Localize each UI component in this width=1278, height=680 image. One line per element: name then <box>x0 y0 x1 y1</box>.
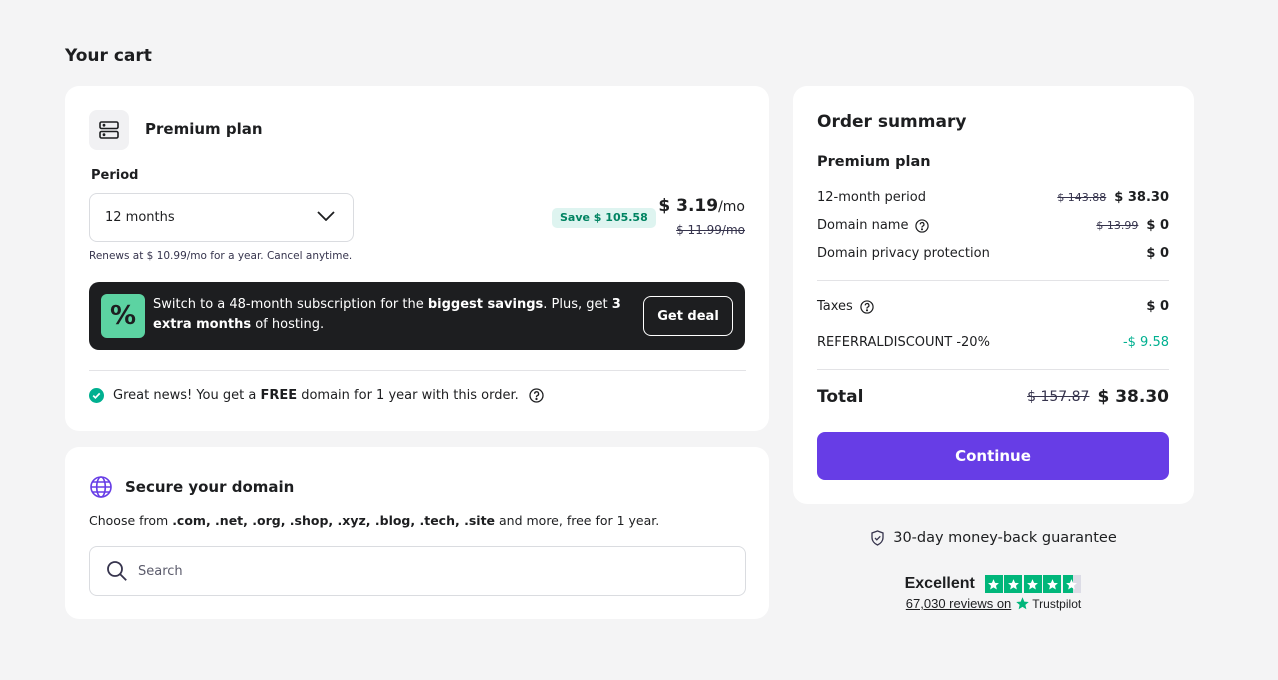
trustpilot-rating-word: Excellent <box>904 575 975 592</box>
trustpilot-reviews-link[interactable]: 67,030 reviews on <box>906 596 1012 611</box>
deal-text: Switch to a 48-month subscription for th… <box>153 297 621 332</box>
divider <box>817 369 1169 370</box>
star-icon <box>984 575 1003 593</box>
star-icon <box>1023 575 1042 593</box>
trustpilot-stars <box>984 575 1083 593</box>
get-deal-button[interactable]: Get deal <box>643 296 733 336</box>
period-label: Period <box>91 168 139 183</box>
summary-row-discount: REFERRALDISCOUNT -20% -$ 9.58 <box>817 335 1169 350</box>
save-badge: Save $ 105.58 <box>552 208 656 228</box>
domain-search-box[interactable] <box>89 546 746 596</box>
half-star-icon <box>1062 575 1081 593</box>
percent-icon: % <box>101 294 145 338</box>
price-unit: /mo <box>718 199 745 215</box>
money-back-guarantee: 30-day money-back guarantee <box>793 530 1194 546</box>
globe-icon <box>89 475 113 503</box>
star-icon <box>1043 575 1062 593</box>
price: $ 3.19/mo <box>658 196 745 216</box>
chevron-down-icon <box>317 210 335 225</box>
summary-row-taxes: Taxes $ 0 <box>817 299 1169 314</box>
total-value: $ 38.30 <box>1097 387 1169 407</box>
help-icon[interactable] <box>860 299 874 314</box>
trustpilot-logo: Trustpilot <box>1015 596 1081 611</box>
renew-note: Renews at $ 10.99/mo for a year. Cancel … <box>89 250 353 262</box>
price-value: $ 3.19 <box>658 196 719 216</box>
summary-row-domain: Domain name $ 13.99 $ 0 <box>817 218 1169 233</box>
free-domain-note: Great news! You get a FREE domain for 1 … <box>89 388 544 403</box>
guarantee-text: 30-day money-back guarantee <box>893 530 1117 546</box>
shield-check-icon <box>870 530 885 546</box>
plan-name: Premium plan <box>145 120 263 138</box>
domain-description: Choose from .com, .net, .org, .shop, .xy… <box>89 513 660 528</box>
summary-row-privacy: Domain privacy protection $ 0 <box>817 246 1169 261</box>
server-icon <box>89 110 129 150</box>
summary-row-period: 12-month period $ 143.88 $ 38.30 <box>817 190 1169 205</box>
order-summary-card: Order summary Premium plan 12-month peri… <box>793 86 1194 504</box>
trustpilot-star-icon <box>1015 596 1030 611</box>
domain-card: Secure your domain Choose from .com, .ne… <box>65 447 769 619</box>
check-circle-icon <box>89 388 104 403</box>
trustpilot-widget[interactable]: Excellent 67,030 reviews on Trustpilot <box>793 575 1194 611</box>
domain-title: Secure your domain <box>125 478 295 496</box>
free-domain-text: Great news! You get a FREE domain for 1 … <box>113 388 519 403</box>
period-dropdown[interactable]: 12 months <box>89 193 354 242</box>
plan-card: Premium plan Period 12 months Save $ 105… <box>65 86 769 431</box>
continue-button[interactable]: Continue <box>817 432 1169 480</box>
old-price: $ 11.99/mo <box>676 223 745 237</box>
discount-value: -$ 9.58 <box>1122 335 1169 350</box>
deal-banner: % Switch to a 48-month subscription for … <box>89 282 745 350</box>
help-icon[interactable] <box>915 218 930 233</box>
total-label: Total <box>817 387 864 407</box>
trustpilot-brand-text: Trustpilot <box>1032 596 1082 611</box>
total-old-price: $ 157.87 <box>1027 389 1090 405</box>
summary-plan-name: Premium plan <box>817 154 931 170</box>
domain-search-input[interactable] <box>138 563 718 579</box>
total-row: Total $ 157.87 $ 38.30 <box>817 387 1169 407</box>
star-icon <box>1004 575 1023 593</box>
divider <box>89 370 746 371</box>
period-value: 12 months <box>105 210 175 225</box>
divider <box>817 280 1169 281</box>
search-icon <box>106 560 128 582</box>
page-title: Your cart <box>65 46 152 66</box>
help-icon[interactable] <box>529 388 544 403</box>
summary-title: Order summary <box>817 112 967 132</box>
